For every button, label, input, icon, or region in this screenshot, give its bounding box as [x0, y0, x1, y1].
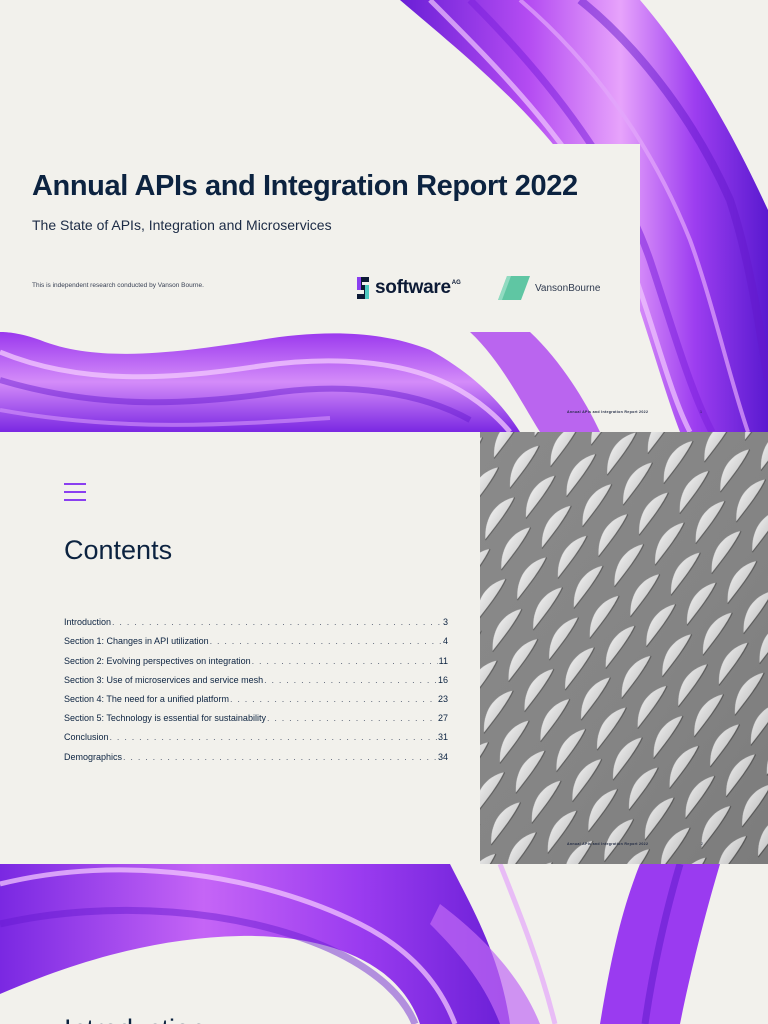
vanson-bourne-mark-icon [498, 276, 530, 300]
purple-ribbon-graphic-2 [0, 864, 720, 1024]
cover-page-number: 1 [700, 410, 702, 414]
architectural-photo: Annual APIs and Integration Report 2022 … [480, 432, 768, 864]
cover-title-card: Annual APIs and Integration Report 2022 … [0, 144, 640, 332]
table-of-contents: Introduction3 Section 1: Changes in API … [64, 608, 448, 762]
cover-footer-title: Annual APIs and Integration Report 2022 [567, 410, 649, 414]
report-subtitle: The State of APIs, Integration and Micro… [32, 217, 332, 233]
toc-item-section-1[interactable]: Section 1: Changes in API utilization4 [64, 627, 448, 646]
toc-item-section-3[interactable]: Section 3: Use of microservices and serv… [64, 666, 448, 685]
software-ag-s-icon [357, 277, 369, 299]
toc-item-demographics[interactable]: Demographics34 [64, 742, 448, 762]
contents-title: Contents [64, 535, 173, 565]
toc-item-section-4[interactable]: Section 4: The need for a unified platfo… [64, 685, 448, 704]
cover-page: Annual APIs and Integration Report 2022 … [0, 0, 768, 432]
toc-item-conclusion[interactable]: Conclusion31 [64, 723, 448, 742]
toc-item-section-2[interactable]: Section 2: Evolving perspectives on inte… [64, 646, 448, 666]
vanson-bourne-wordmark: VansonBourne [535, 282, 601, 294]
menu-icon[interactable] [64, 483, 86, 503]
introduction-heading: Introduction [64, 1014, 205, 1024]
software-ag-wordmark: software [375, 277, 451, 298]
introduction-page: Introduction [0, 864, 768, 1024]
report-title: Annual APIs and Integration Report 2022 [32, 170, 578, 202]
software-ag-suffix: AG [451, 280, 461, 286]
research-note: This is independent research conducted b… [32, 282, 204, 289]
toc-item-introduction[interactable]: Introduction3 [64, 608, 448, 627]
curved-panels-image [480, 432, 768, 864]
contents-footer-title: Annual APIs and Integration Report 2022 [567, 842, 649, 846]
vanson-bourne-logo: VansonBourne [497, 275, 600, 301]
toc-item-section-5[interactable]: Section 5: Technology is essential for s… [64, 704, 448, 723]
contents-page-number: 2 [701, 842, 703, 846]
contents-page: Contents Introduction3 Section 1: Change… [0, 432, 768, 864]
software-ag-logo: software AG [354, 274, 461, 302]
